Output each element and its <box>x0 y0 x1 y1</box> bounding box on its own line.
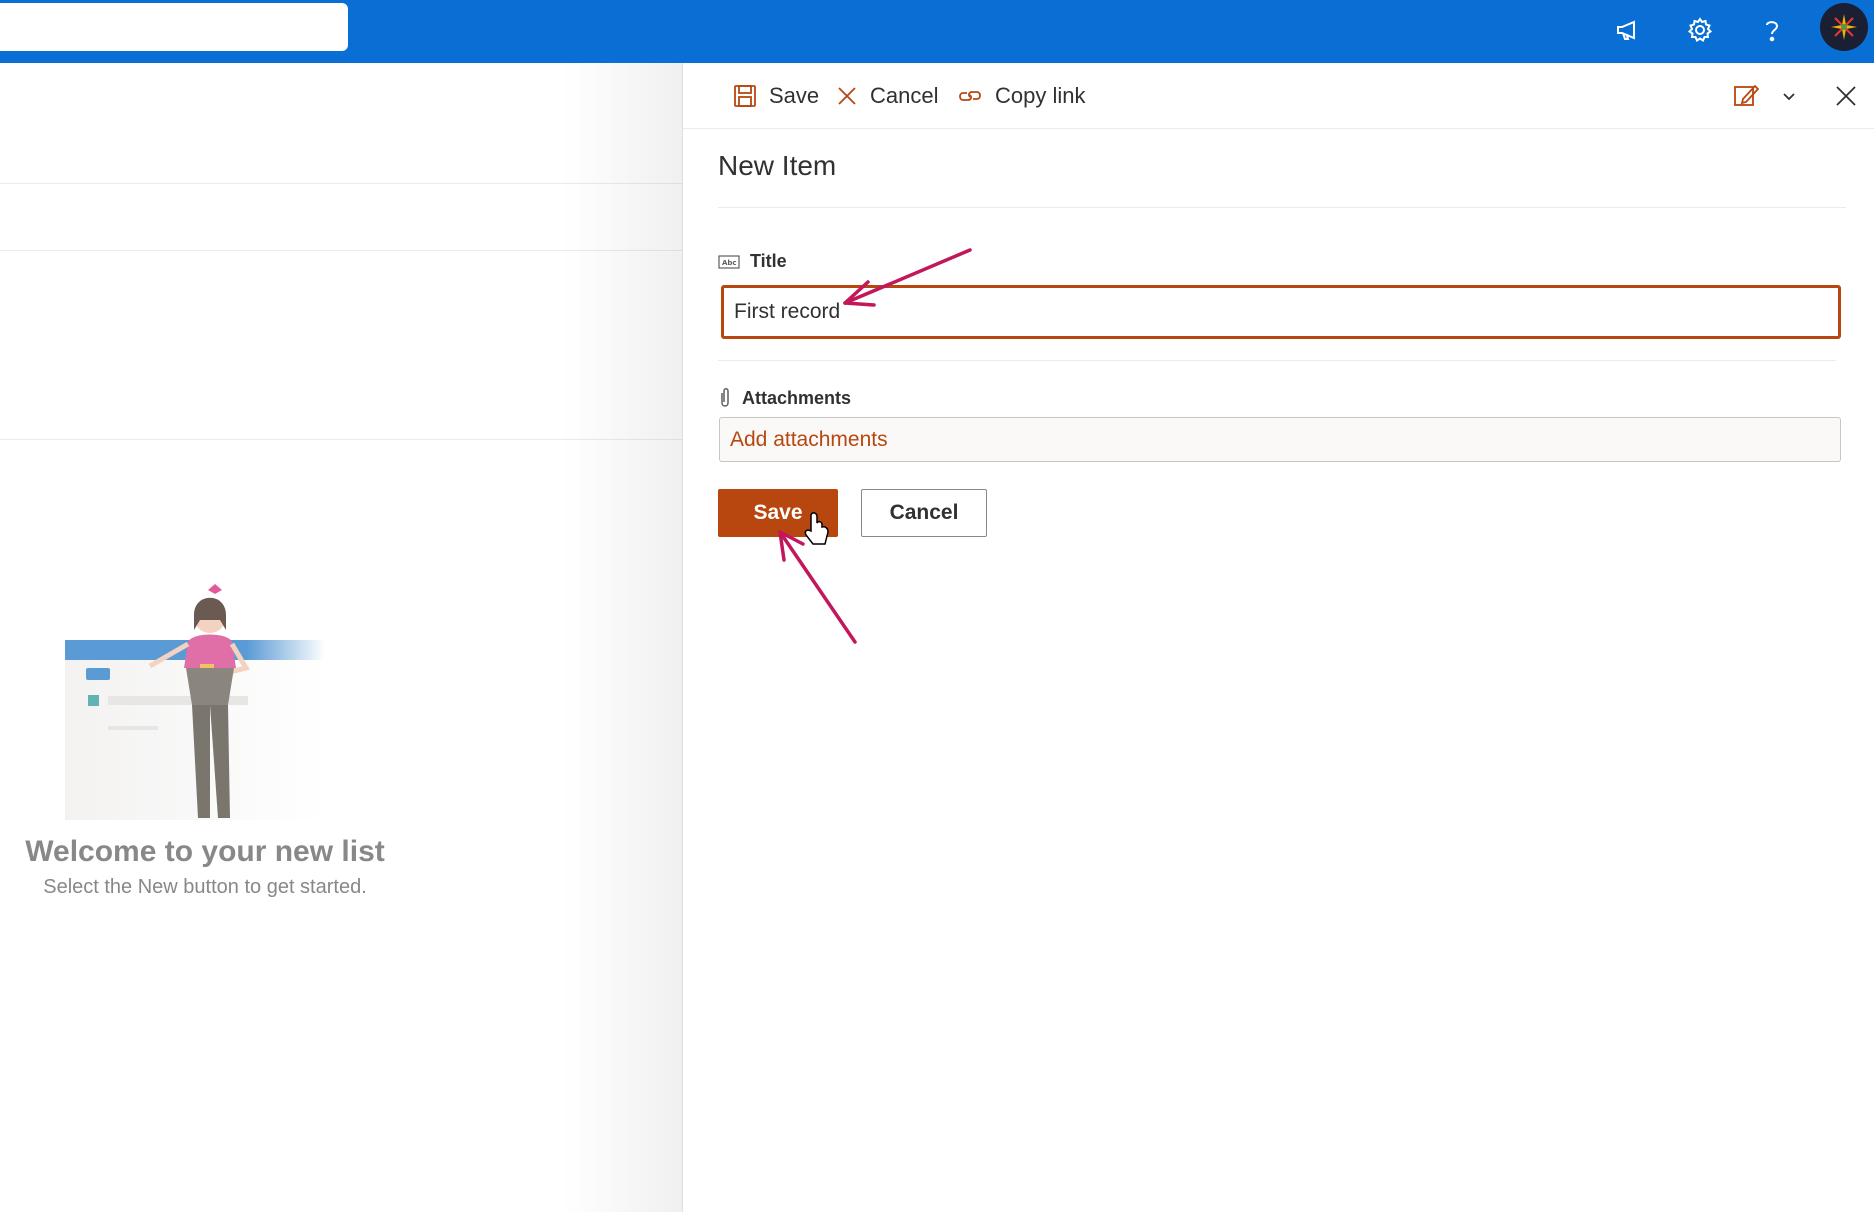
attachments-label-text: Attachments <box>742 387 852 408</box>
cancel-command-label: Cancel <box>870 83 939 108</box>
close-icon <box>838 87 856 105</box>
welcome-subtitle: Select the New button to get started. <box>43 876 367 898</box>
chevron-down-icon[interactable] <box>1781 77 1809 115</box>
divider <box>718 207 1846 208</box>
top-bar <box>0 0 1874 63</box>
title-input[interactable] <box>721 285 1841 339</box>
copy-link-command[interactable]: Copy link <box>957 77 1085 115</box>
save-button[interactable]: Save <box>718 489 838 537</box>
close-icon <box>1836 86 1856 106</box>
search-input[interactable] <box>0 3 348 51</box>
panel-title: New Item <box>718 150 837 181</box>
divider <box>718 360 1836 361</box>
svg-text:Abc: Abc <box>722 259 737 267</box>
command-bar: Save Cancel Copy link <box>683 63 1874 129</box>
panel-shadow <box>560 63 682 1212</box>
close-panel-button[interactable] <box>1835 77 1869 115</box>
gear-icon[interactable] <box>1676 6 1724 54</box>
title-field-label: Abc Title <box>718 251 787 272</box>
edit-form-button[interactable] <box>1733 77 1771 115</box>
new-item-panel: Save Cancel Copy link New Item Abc Title… <box>682 63 1874 1212</box>
avatar[interactable] <box>1820 3 1868 51</box>
text-field-icon: Abc <box>718 254 740 269</box>
cancel-button[interactable]: Cancel <box>861 489 987 537</box>
save-command-label: Save <box>769 83 820 108</box>
save-command[interactable]: Save <box>733 77 819 115</box>
edit-form-icon <box>1734 84 1759 106</box>
copy-link-command-label: Copy link <box>995 83 1086 108</box>
attachments-field-label: Attachments <box>718 387 851 409</box>
link-icon <box>959 91 981 101</box>
attachments-box: Add attachments <box>719 417 1841 462</box>
welcome-title: Welcome to your new list <box>25 835 385 868</box>
avatar-image <box>1829 12 1859 42</box>
megaphone-icon[interactable] <box>1604 6 1652 54</box>
cancel-command[interactable]: Cancel <box>836 77 938 115</box>
help-icon[interactable] <box>1748 6 1796 54</box>
title-label-text: Title <box>750 251 787 271</box>
add-attachments-link[interactable]: Add attachments <box>730 428 888 452</box>
paperclip-icon <box>721 388 729 407</box>
welcome-illustration <box>65 584 325 820</box>
save-icon <box>734 85 756 107</box>
